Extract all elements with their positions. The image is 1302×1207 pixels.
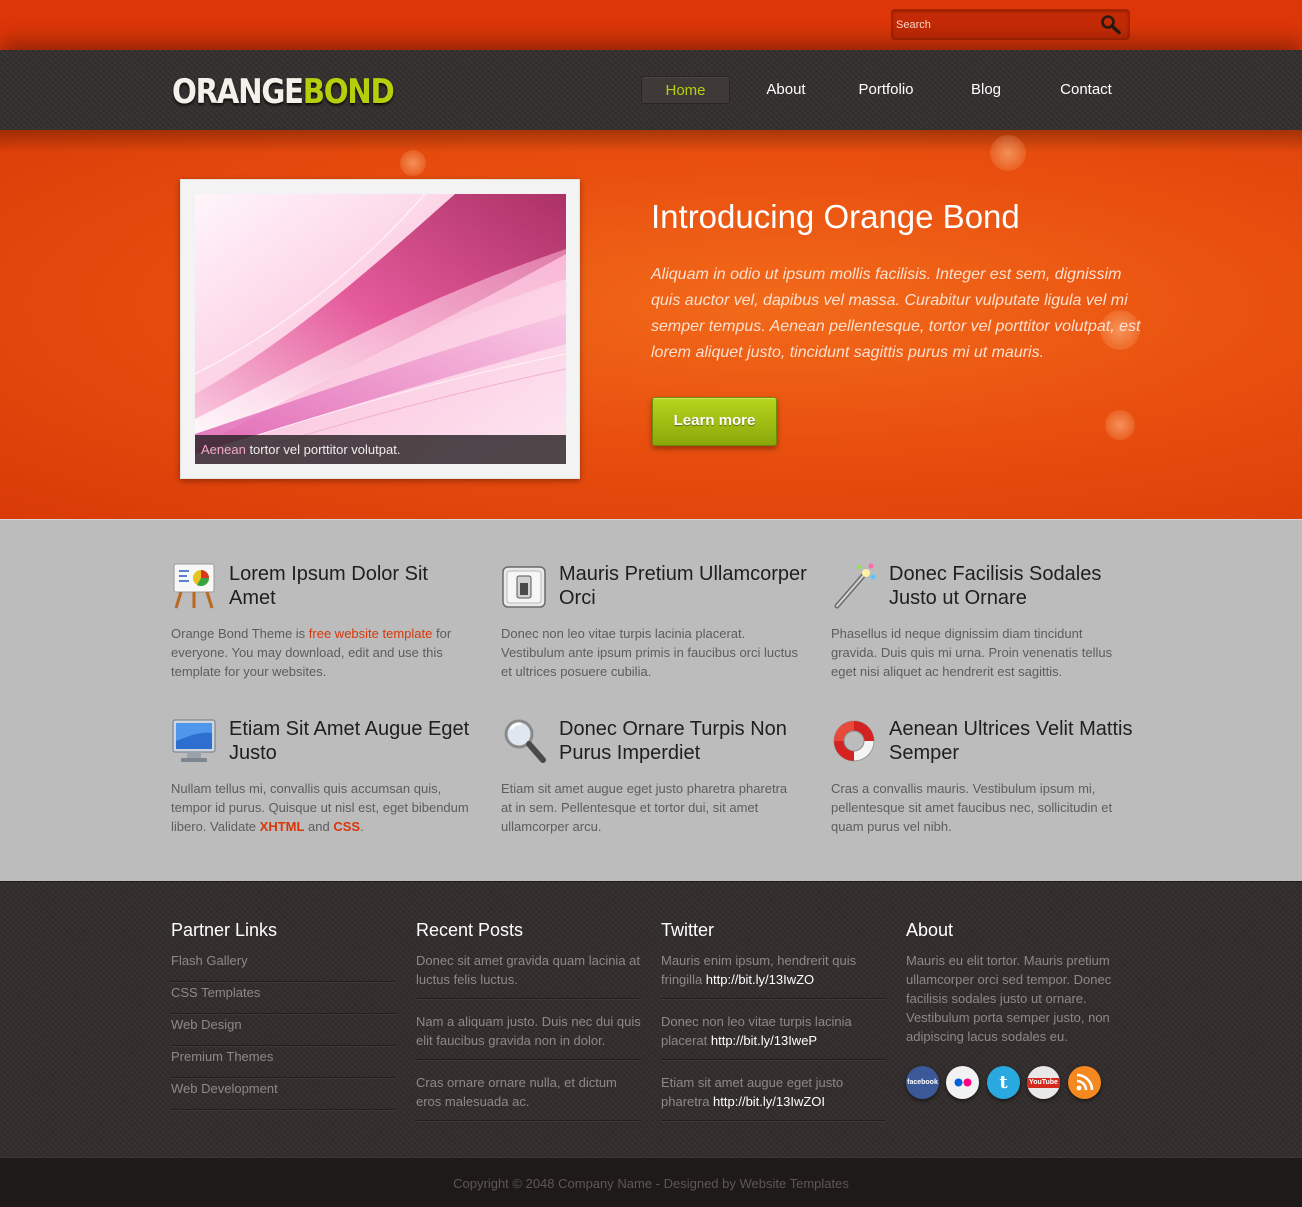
facebook-icon[interactable]: facebook: [906, 1066, 939, 1099]
magnifier-icon: [504, 719, 546, 763]
about-block: About Mauris eu elit tortor. Mauris pret…: [906, 920, 1131, 1110]
rss-symbol: [1076, 1073, 1094, 1091]
facebook-label: facebook: [907, 1079, 938, 1086]
pink-abstract-image: [195, 194, 566, 464]
partner-links: Partner Links Flash Gallery CSS Template…: [171, 920, 396, 1110]
partner-links-title: Partner Links: [171, 920, 278, 940]
magic-wand-icon: [834, 563, 876, 609]
nav-contact[interactable]: Contact: [1046, 76, 1126, 104]
feature-text: Nullam tellus mi, convallis quis accumsa…: [171, 779, 471, 836]
recent-posts: Recent Posts Donec sit amet gravida quam…: [416, 920, 641, 1133]
twitter-title: Twitter: [661, 920, 715, 940]
top-bar: [0, 0, 1302, 50]
feature-text: Orange Bond Theme is free website templa…: [171, 624, 471, 681]
footer: Partner Links Flash Gallery CSS Template…: [0, 881, 1302, 1157]
bottom-bar: Copyright © 2048 Company Name - Designed…: [0, 1157, 1302, 1207]
free-template-link[interactable]: free website template: [309, 626, 433, 641]
tweet-link[interactable]: http://bit.ly/13IweP: [711, 1033, 817, 1048]
hero-section: Aenean tortor vel porttitor volutpat. In…: [0, 130, 1302, 519]
feature-text-part: .: [360, 819, 364, 834]
css-link[interactable]: CSS: [333, 819, 360, 834]
hero-slideshow[interactable]: Aenean tortor vel porttitor volutpat.: [180, 179, 580, 479]
nav-home[interactable]: Home: [641, 76, 730, 104]
hero-text: Aliquam in odio ut ipsum mollis facilisi…: [651, 266, 1141, 361]
feature-text-part: Orange Bond Theme is: [171, 626, 309, 641]
bokeh-light: [400, 150, 426, 176]
caption-text: tortor vel porttitor volutpat.: [245, 442, 401, 457]
search-box: [891, 9, 1130, 40]
search-icon: [1101, 15, 1121, 35]
rss-icon[interactable]: [1068, 1066, 1101, 1099]
recent-posts-title: Recent Posts: [416, 920, 524, 940]
feature-title: Mauris Pretium Ullamcorper Orci: [559, 563, 807, 609]
youtube-icon[interactable]: YouTube: [1027, 1066, 1060, 1099]
logo-part-1: ORANGE: [172, 72, 304, 112]
recent-post[interactable]: Cras ornare ornare nulla, et dictum eros…: [416, 1072, 641, 1121]
feature-title: Etiam Sit Amet Augue Eget Justo: [229, 718, 470, 764]
copyright: Copyright © 2048 Company Name - Designed…: [453, 1176, 849, 1191]
logo[interactable]: ORANGEBOND: [172, 72, 395, 112]
bokeh-light: [990, 135, 1026, 171]
tweet-list: Mauris enim ipsum, hendrerit quis fringi…: [661, 950, 886, 1121]
caption-highlight: Aenean: [201, 442, 246, 457]
light-switch-icon: [502, 566, 546, 608]
about-title: About: [906, 920, 954, 940]
flickr-icon[interactable]: [946, 1066, 979, 1099]
recent-posts-list: Donec sit amet gravida quam lacinia at l…: [416, 950, 641, 1121]
partner-link[interactable]: Web Design: [171, 1014, 396, 1046]
flickr-dots: [954, 1078, 972, 1087]
feature-text: Cras a convallis mauris. Vestibulum ipsu…: [831, 781, 1113, 834]
hero-title: Introducing Orange Bond: [651, 198, 1020, 235]
partner-link[interactable]: Premium Themes: [171, 1046, 396, 1078]
feature-text: Phasellus id neque dignissim diam tincid…: [831, 626, 1113, 679]
features-section: Lorem Ipsum Dolor Sit Amet Orange Bond T…: [0, 519, 1302, 881]
tweet-link[interactable]: http://bit.ly/13IwZOI: [713, 1094, 825, 1109]
partner-link[interactable]: CSS Templates: [171, 982, 396, 1014]
search-input[interactable]: [896, 16, 1086, 34]
twitter-icon[interactable]: t: [987, 1066, 1020, 1099]
tweet: Mauris enim ipsum, hendrerit quis fringi…: [661, 950, 886, 999]
presentation-chart-icon: [173, 563, 215, 609]
partner-link[interactable]: Flash Gallery: [171, 950, 396, 982]
feature-text: Donec non leo vitae turpis lacinia place…: [501, 626, 798, 679]
recent-post[interactable]: Nam a aliquam justo. Duis nec dui quis e…: [416, 1011, 641, 1060]
nav-blog[interactable]: Blog: [946, 76, 1026, 104]
partner-links-list: Flash Gallery CSS Templates Web Design P…: [171, 950, 396, 1110]
partner-link[interactable]: Web Development: [171, 1078, 396, 1110]
feature-title: Lorem Ipsum Dolor Sit Amet: [229, 563, 428, 609]
feature-text-part: and: [304, 819, 334, 834]
lifebuoy-icon: [833, 720, 875, 762]
youtube-label: YouTube: [1027, 1077, 1060, 1088]
tweet: Donec non leo vitae turpis lacinia place…: [661, 1011, 886, 1060]
search-button[interactable]: [1099, 14, 1123, 36]
feature-text: Etiam sit amet augue eget justo pharetra…: [501, 781, 788, 834]
tweet: Etiam sit amet augue eget justo pharetra…: [661, 1072, 886, 1121]
nav-portfolio[interactable]: Portfolio: [846, 76, 926, 104]
recent-post[interactable]: Donec sit amet gravida quam lacinia at l…: [416, 950, 641, 999]
feature-title: Donec Ornare Turpis Non Purus Imperdiet: [559, 718, 787, 764]
tweet-link[interactable]: http://bit.ly/13IwZO: [706, 972, 814, 987]
slide-caption: Aenean tortor vel porttitor volutpat.: [195, 435, 566, 464]
hero-image: Aenean tortor vel porttitor volutpat.: [195, 194, 566, 464]
twitter-feed: Twitter Mauris enim ipsum, hendrerit qui…: [661, 920, 886, 1133]
header: ORANGEBOND Home About Portfolio Blog Con…: [0, 50, 1302, 130]
nav-about[interactable]: About: [746, 76, 826, 104]
bokeh-light: [1105, 410, 1135, 440]
about-text: Mauris eu elit tortor. Mauris pretium ul…: [906, 953, 1112, 1044]
logo-part-2: BOND: [302, 72, 395, 112]
monitor-icon: [172, 719, 216, 762]
xhtml-link[interactable]: XHTML: [260, 819, 305, 834]
feature-title: Aenean Ultrices Velit Mattis Semper: [889, 718, 1133, 764]
learn-more-button[interactable]: Learn more: [652, 397, 777, 446]
feature-title: Donec Facilisis Sodales Justo ut Ornare: [889, 563, 1102, 609]
